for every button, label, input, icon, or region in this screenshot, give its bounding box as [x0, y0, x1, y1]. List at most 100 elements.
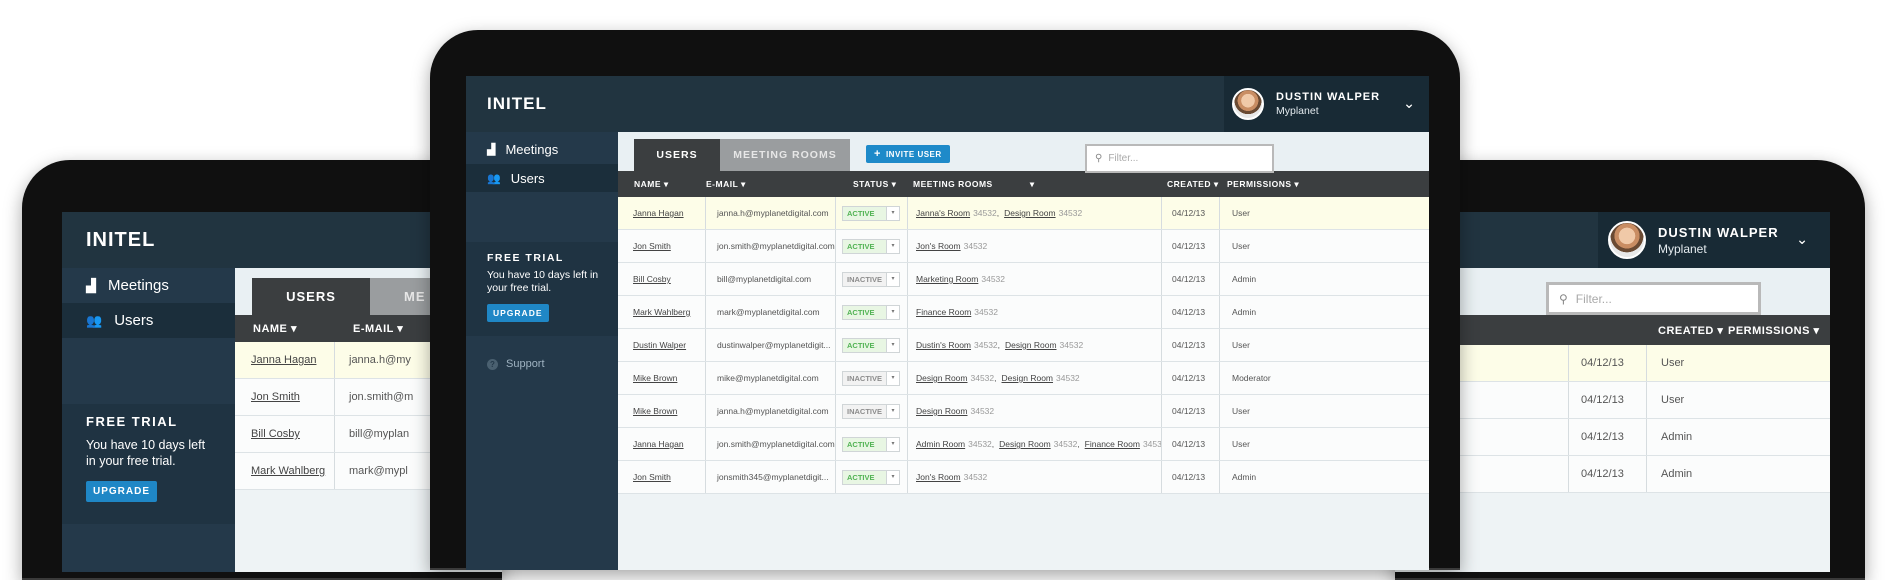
trial-title: FREE TRIAL [487, 252, 564, 264]
user-name-link[interactable]: Janna Hagan [251, 354, 316, 366]
col-created[interactable]: CREATED ▾ [1658, 324, 1728, 337]
created-date: 04/12/13 [1581, 431, 1624, 443]
room-id: 34532 [981, 274, 1005, 284]
right-screen: DUSTIN WALPER Myplanet ⌄ ⚲ Filter... CRE… [1395, 212, 1830, 572]
col-permissions[interactable]: PERMISSIONS ▾ [1728, 324, 1819, 337]
created-date: 04/12/13 [1172, 241, 1206, 251]
avatar [1608, 221, 1646, 259]
created-date: 04/12/13 [1581, 394, 1624, 406]
sidebar-item-users[interactable]: 👥 Users [62, 303, 235, 338]
col-created[interactable]: CREATED ▾ [1167, 179, 1227, 190]
user-name-link[interactable]: Dustin Walper [633, 340, 686, 350]
permission-value: Admin [1232, 274, 1257, 284]
col-name[interactable]: NAME ▾ [618, 179, 706, 190]
status-select[interactable]: ACTIVE ▾ [842, 436, 900, 452]
user-name-link[interactable]: Janna Hagan [633, 439, 684, 449]
user-name-link[interactable]: Mike Brown [633, 406, 677, 416]
user-name-link[interactable]: Mark Wahlberg [251, 465, 325, 477]
user-name-link[interactable]: Janna Hagan [633, 208, 684, 218]
user-menu-right[interactable]: DUSTIN WALPER Myplanet ⌄ [1598, 212, 1830, 268]
users-table-body: Janna Hagan janna.h@myplanetdigital.com AC… [618, 197, 1429, 494]
user-name-link[interactable]: Jon Smith [633, 241, 671, 251]
tab-users[interactable]: USERS [252, 278, 370, 315]
invite-user-button[interactable]: + INVITE USER [866, 145, 950, 163]
status-value: ACTIVE [843, 437, 886, 451]
user-name-link[interactable]: Mark Wahlberg [633, 307, 690, 317]
user-name-link[interactable]: Jon Smith [251, 391, 300, 403]
app-logo: INITEL [86, 228, 156, 251]
meeting-room-link[interactable]: Design Room [1004, 208, 1056, 218]
col-status[interactable]: STATUS ▾ [853, 179, 913, 190]
sidebar-item-meetings[interactable]: ▟ Meetings [466, 134, 618, 164]
chevron-down-icon[interactable]: ▾ [886, 371, 899, 385]
upgrade-button[interactable]: UPGRADE [487, 304, 549, 322]
user-name-link[interactable]: Bill Cosby [633, 274, 671, 284]
user-email: jon.smith@myplanetdigital.com [717, 439, 835, 449]
meeting-room-link[interactable]: Design Room [916, 406, 968, 416]
room-id: 34532 [974, 340, 998, 350]
meeting-room-link[interactable]: Janna's Room [916, 208, 970, 218]
status-select[interactable]: ACTIVE ▾ [842, 238, 900, 254]
room-id: 34532 [1142, 439, 1162, 449]
chevron-down-icon[interactable]: ▾ [886, 338, 899, 352]
room-id: 34532 [970, 406, 995, 416]
col-meeting-rooms[interactable]: MEETING ROOMS ▾ [913, 179, 1167, 190]
meeting-room-link[interactable]: Admin Room [916, 439, 965, 449]
status-select[interactable]: ACTIVE ▾ [842, 337, 900, 353]
support-link[interactable]: ? Support [466, 336, 618, 370]
status-select[interactable]: INACTIVE ▾ [842, 271, 900, 287]
status-select[interactable]: ACTIVE ▾ [842, 469, 900, 485]
col-name[interactable]: NAME ▾ [235, 322, 353, 335]
chevron-down-icon[interactable]: ⌄ [1403, 96, 1415, 112]
chevron-down-icon[interactable]: ▾ [886, 437, 899, 451]
status-value: ACTIVE [843, 338, 886, 352]
chevron-down-icon[interactable]: ▾ [886, 239, 899, 253]
status-select[interactable]: INACTIVE ▾ [842, 370, 900, 386]
user-name-link[interactable]: Jon Smith [633, 472, 671, 482]
user-email: mike@myplanetdigital.com [717, 373, 819, 383]
col-permissions[interactable]: PERMISSIONS ▾ [1227, 179, 1299, 190]
permission-value: User [1661, 394, 1685, 406]
meeting-room-link[interactable]: Design Room [916, 373, 968, 383]
room-id: 34532 [970, 373, 995, 383]
status-value: ACTIVE [843, 206, 886, 220]
meeting-room-link[interactable]: Design Room [1002, 373, 1054, 383]
tab-meeting-rooms[interactable]: MEETING ROOMS [720, 139, 850, 171]
chevron-down-icon[interactable]: ▾ [886, 206, 899, 220]
help-icon: ? [487, 358, 498, 370]
sidebar-item-meetings[interactable]: ▟ Meetings [62, 268, 235, 303]
table-row: Jon Smith jonsmith345@myplanetdigit... ACT… [618, 461, 1429, 494]
col-email[interactable]: E-MAIL ▾ [353, 322, 403, 335]
status-select[interactable]: ACTIVE ▾ [842, 304, 900, 320]
meeting-room-link[interactable]: Finance Room [916, 307, 971, 317]
meeting-room-link[interactable]: Jon's Room [916, 241, 961, 251]
meeting-room-link[interactable]: Design Room [1005, 340, 1057, 350]
tab-users[interactable]: USERS [634, 139, 720, 171]
status-select[interactable]: ACTIVE ▾ [842, 205, 900, 221]
meeting-room-link[interactable]: Marketing Room [916, 274, 978, 284]
chevron-down-icon[interactable]: ▾ [886, 470, 899, 484]
user-name-link[interactable]: Bill Cosby [251, 428, 300, 440]
created-date: 04/12/13 [1581, 357, 1624, 369]
sidebar-item-users[interactable]: 👥 Users [466, 164, 618, 192]
permission-value: Admin [1232, 307, 1257, 317]
search-input[interactable]: ⚲ Filter... [1546, 282, 1761, 315]
user-menu[interactable]: DUSTIN WALPER Myplanet ⌄ [1224, 76, 1429, 132]
col-email[interactable]: E-MAIL ▾ [706, 179, 853, 190]
chevron-down-icon[interactable]: ▾ [886, 272, 899, 286]
user-name: DUSTIN WALPER [1276, 91, 1381, 103]
trial-text: You have 10 days left in your free trial… [487, 269, 599, 294]
user-name-link[interactable]: Mike Brown [633, 373, 677, 383]
search-input[interactable]: ⚲ Filter... [1085, 144, 1274, 173]
upgrade-button[interactable]: UPGRADE [86, 481, 158, 502]
permission-value: User [1232, 406, 1250, 416]
chevron-down-icon[interactable]: ⌄ [1796, 232, 1808, 248]
right-laptop: DUSTIN WALPER Myplanet ⌄ ⚲ Filter... CRE… [1395, 160, 1865, 580]
meeting-room-link[interactable]: Finance Room [1085, 439, 1140, 449]
chevron-down-icon[interactable]: ▾ [886, 404, 899, 418]
meeting-room-link[interactable]: Design Room [999, 439, 1051, 449]
meeting-room-link[interactable]: Jon's Room [916, 472, 961, 482]
meeting-room-link[interactable]: Dustin's Room [916, 340, 971, 350]
status-select[interactable]: INACTIVE ▾ [842, 403, 900, 419]
chevron-down-icon[interactable]: ▾ [886, 305, 899, 319]
